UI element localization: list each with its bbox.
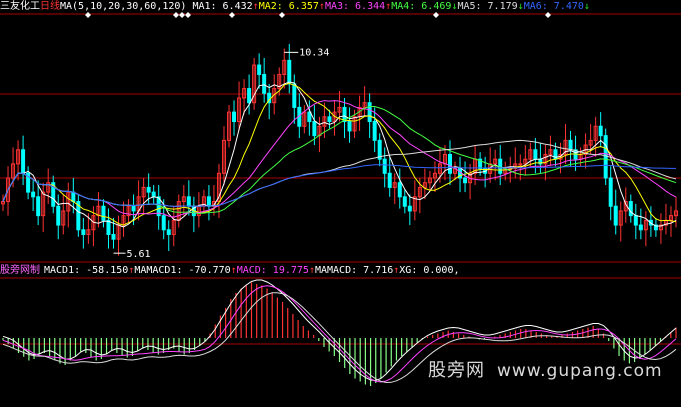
candle-body	[628, 201, 633, 217]
candle-body	[161, 215, 166, 231]
candle-body	[327, 116, 332, 123]
candle-body	[247, 88, 252, 104]
macd-item-mamacd: MAMACD: 7.716↑	[315, 265, 399, 276]
candle-body	[31, 191, 36, 198]
ma-value: MA1: 6.432	[192, 1, 253, 12]
arrow-down-icon: ↓	[583, 1, 590, 12]
indicator-name: 股旁网制	[0, 265, 40, 276]
macd-value: MAMACD1: -70.770	[134, 265, 231, 276]
candle-body	[56, 205, 61, 226]
candle-body	[598, 125, 603, 137]
candle-body	[518, 163, 523, 166]
candle-body	[347, 121, 352, 132]
candle-body	[407, 205, 412, 212]
candle-body	[372, 121, 377, 141]
ma-item-ma5: MA5: 7.179↓	[457, 1, 523, 12]
candle-body	[633, 215, 638, 226]
ma-params: MA(5,10,20,30,60,120)	[60, 1, 187, 12]
macd-value: MACD: 19.775	[236, 265, 309, 276]
ma-value: MA4: 6.469	[391, 1, 452, 12]
ma-line-6	[2, 164, 676, 207]
candle-body	[262, 73, 267, 94]
candle-body	[257, 64, 262, 75]
candle-body	[397, 182, 402, 198]
watermark-cn: 股旁网	[428, 360, 485, 381]
candle-body	[402, 196, 407, 207]
candle-body	[638, 224, 643, 231]
ma-item-ma6: MA6: 7.470↓	[524, 1, 590, 12]
low-label: 5.61	[126, 249, 150, 260]
candle-body	[292, 83, 297, 108]
ma-item-ma4: MA4: 6.469↓	[391, 1, 457, 12]
ma-value: MA5: 7.179	[457, 1, 518, 12]
chart-canvas: 10.34 5.61	[0, 12, 681, 386]
candle-body	[498, 158, 503, 174]
candle-body	[387, 172, 392, 188]
candle-body	[287, 59, 292, 85]
candle-body	[603, 135, 608, 179]
candle-body	[307, 111, 312, 123]
candle-body	[613, 205, 618, 226]
candle-body	[106, 219, 111, 235]
candle-body	[146, 186, 151, 193]
candle-body	[608, 177, 613, 207]
macd-value: MAMACD: 7.716	[314, 265, 394, 276]
watermark-site: www.gupang.com	[497, 361, 663, 381]
candle-body	[131, 205, 136, 212]
candle-body	[81, 229, 86, 235]
ma-item-ma2: MA2: 6.357↑	[259, 1, 325, 12]
candle-body	[71, 191, 76, 203]
high-label: 10.34	[299, 47, 329, 58]
indicator-header: 股旁网制 MACD1: -58.150↑MAMACD1: -70.770↑MACD…	[0, 264, 460, 278]
candle-body	[166, 229, 171, 235]
candle-body	[463, 177, 468, 184]
ma-value: MA2: 6.357	[258, 1, 319, 12]
macd-item-macd: MACD: 19.775↑	[237, 265, 315, 276]
ma-value: MA6: 7.470	[523, 1, 584, 12]
candle-body	[367, 102, 372, 123]
candle-body	[312, 121, 317, 137]
macd-value: MACD1: -58.150	[44, 265, 129, 276]
stock-name: 三友化工	[0, 1, 40, 12]
candle-body	[36, 196, 41, 217]
macd-value: XG: 0.000,	[399, 265, 460, 276]
candle-body	[533, 149, 538, 160]
candle-body	[151, 191, 156, 198]
candle-body	[21, 149, 26, 174]
candle-body	[447, 153, 452, 174]
macd-item-macd1: MACD1: -58.150↑	[44, 265, 134, 276]
candle-body	[568, 139, 573, 151]
candle-body	[232, 111, 237, 123]
watermark: 股旁网 www.gupang.com	[428, 356, 663, 382]
macd-item-mamacd1: MAMACD1: -70.770↑	[134, 265, 236, 276]
price-header: 三友化工日线MA(5,10,20,30,60,120) MA1: 6.432↑MA…	[0, 0, 590, 14]
ma-value: MA3: 6.344	[324, 1, 386, 12]
candle-body	[101, 205, 106, 221]
candle-body	[382, 158, 387, 174]
ma-item-ma1: MA1: 6.432↑	[192, 1, 258, 12]
macd-item-xg: XG: 0.000,	[399, 265, 459, 276]
candle-body	[186, 196, 191, 207]
ma-item-ma3: MA3: 6.344↑	[325, 1, 391, 12]
candle-body	[111, 233, 116, 240]
period-label: 日线	[40, 1, 60, 12]
ma-line-5	[2, 139, 677, 207]
candle-body	[206, 196, 211, 207]
